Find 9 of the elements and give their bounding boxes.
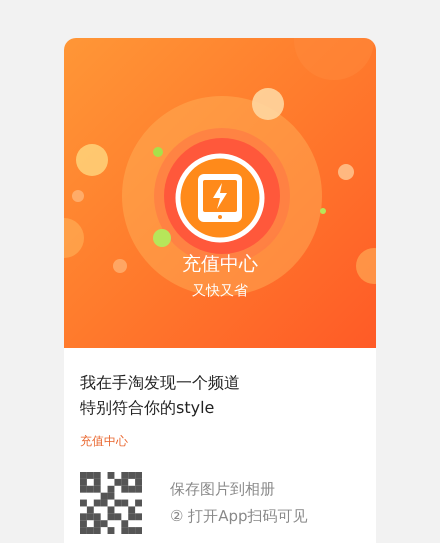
hero-title: 充值中心: [182, 252, 258, 277]
share-text: 特别符合你的style: [80, 397, 214, 419]
tablet-charge-icon: [175, 153, 265, 243]
hero-subtitle: 又快又省: [192, 282, 248, 300]
channel-label: 充值中心: [80, 433, 129, 450]
qr-code: [80, 472, 142, 534]
share-text: 我在手淘发现一个频道: [80, 372, 240, 394]
step-text: 保存图片到相册: [170, 480, 276, 499]
step-text: ② 打开App扫码可见: [170, 507, 308, 526]
